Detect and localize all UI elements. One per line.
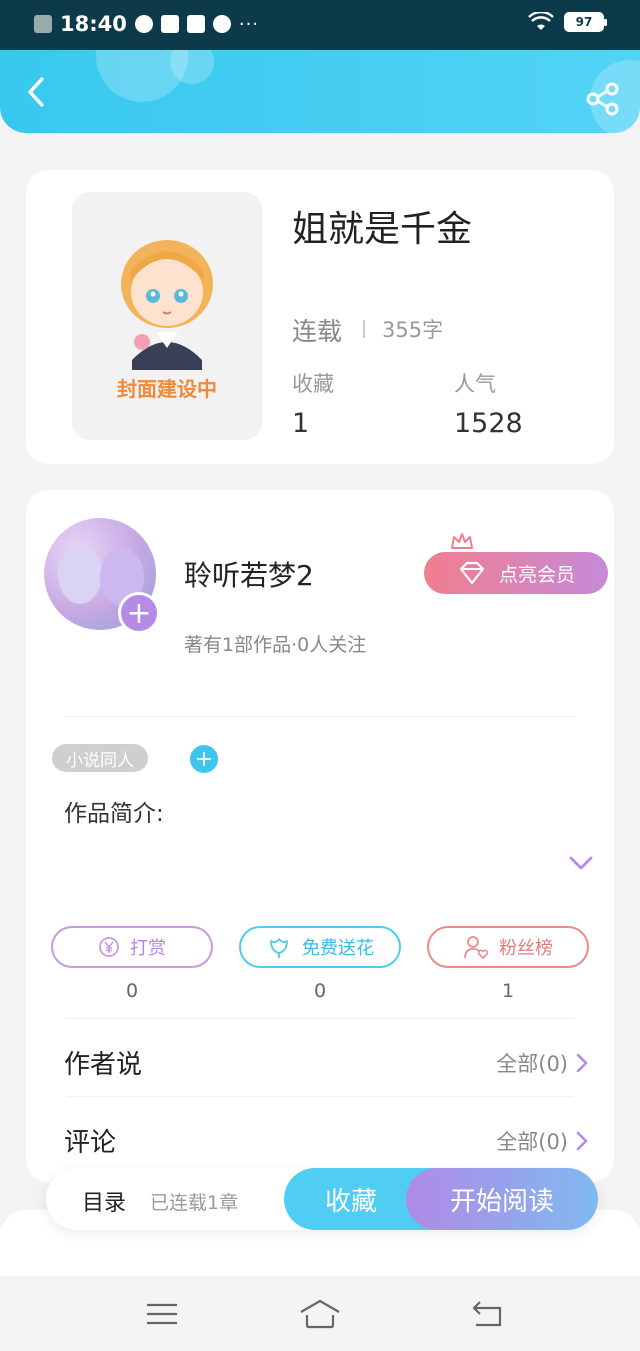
author-says-all-link[interactable]: 全部(0) (496, 1048, 588, 1078)
word-count: 355字 (382, 318, 444, 342)
system-nav-bar (0, 1276, 640, 1351)
author-card: + 聆听若梦2 著有1部作品·0人关注 点亮会员 小说同人 + 作品简介: 打赏… (26, 490, 614, 1182)
divider (66, 716, 574, 717)
intro-label: 作品简介: (64, 801, 164, 827)
cover-caption: 封面建设中 (117, 377, 217, 401)
status-right: 97 (528, 12, 607, 32)
sim-off-icon (34, 15, 52, 33)
status-bar: 18:40 ··· 97 (0, 0, 640, 50)
gallery-icon (186, 15, 205, 33)
fan-user-icon (464, 936, 489, 960)
add-tag-button[interactable]: + (190, 745, 218, 773)
home-icon[interactable] (298, 1298, 342, 1330)
crown-icon (451, 533, 473, 549)
collect-label: 收藏 (324, 1186, 377, 1217)
popularity-value: 1528 (454, 408, 523, 439)
vip-member-button[interactable]: 点亮会员 (424, 552, 608, 594)
book-title: 姐就是千金 (292, 209, 473, 250)
media-icon (160, 15, 179, 33)
reward-button[interactable]: 打赏 (51, 926, 213, 968)
book-cover[interactable]: 封面建设中 (72, 192, 262, 440)
flower-icon (270, 938, 288, 958)
share-button[interactable] (584, 80, 622, 118)
vip-label: 点亮会员 (498, 563, 575, 586)
battery-indicator: 97 (564, 12, 607, 32)
table-of-contents-button[interactable]: 目录 (82, 1185, 126, 1217)
chevron-down-icon[interactable] (568, 854, 594, 872)
genre-tag[interactable]: 小说同人 (52, 744, 148, 772)
comments-all-link[interactable]: 全部(0) (496, 1126, 588, 1156)
menu-icon[interactable] (140, 1298, 184, 1330)
cover-placeholder-illustration (121, 240, 213, 370)
bottom-action-bar: 目录 已连载1章 收藏 开始阅读 (46, 1168, 598, 1230)
fan-rank-button[interactable]: 粉丝榜 (427, 926, 589, 968)
serial-info: 已连载1章 (150, 1192, 239, 1214)
yen-icon (99, 937, 119, 957)
wifi-icon (528, 12, 554, 30)
chevron-right-icon (576, 1131, 588, 1151)
book-info-card: 封面建设中 姐就是千金 连载 355字 收藏 1 人气 1528 (26, 170, 614, 464)
status-divider (363, 320, 365, 338)
author-meta: 著有1部作品·0人关注 (184, 634, 367, 656)
back-nav-icon[interactable] (466, 1298, 510, 1330)
popularity-label: 人气 (454, 372, 496, 396)
flower-label: 免费送花 (302, 938, 374, 959)
divider (66, 1018, 574, 1019)
author-says-title: 作者说 (64, 1050, 143, 1080)
speed-icon (134, 15, 153, 33)
flower-count: 0 (313, 980, 327, 1002)
chevron-right-icon (576, 1053, 588, 1073)
share-icon (586, 82, 619, 116)
author-says-all-label: 全部(0) (496, 1052, 568, 1076)
reward-label: 打赏 (130, 938, 166, 959)
avatar-figure (58, 544, 102, 604)
battery-level: 97 (575, 15, 593, 29)
chevron-left-icon (28, 77, 44, 107)
comments-all-label: 全部(0) (496, 1130, 568, 1154)
header-bar (0, 50, 640, 133)
comments-title: 评论 (64, 1128, 117, 1158)
send-flower-button[interactable]: 免费送花 (239, 926, 401, 968)
diamond-icon (459, 561, 485, 585)
fan-rank-label: 粉丝榜 (499, 938, 553, 959)
favorites-value: 1 (292, 408, 310, 439)
author-name[interactable]: 聆听若梦2 (184, 554, 314, 594)
status-time: 18:40 (60, 12, 127, 36)
cloud-icon (212, 15, 231, 33)
follow-author-button[interactable]: + (118, 592, 160, 634)
status-left: 18:40 ··· (34, 12, 259, 36)
back-button[interactable] (18, 74, 54, 110)
divider (66, 1096, 574, 1097)
fan-rank-count: 1 (501, 980, 515, 1002)
start-reading-button[interactable]: 开始阅读 (406, 1168, 598, 1230)
start-reading-label: 开始阅读 (449, 1186, 554, 1217)
favorites-label: 收藏 (292, 372, 334, 396)
book-status: 连载 (292, 317, 343, 346)
reward-count: 0 (125, 980, 139, 1002)
more-notifications: ··· (238, 13, 260, 35)
